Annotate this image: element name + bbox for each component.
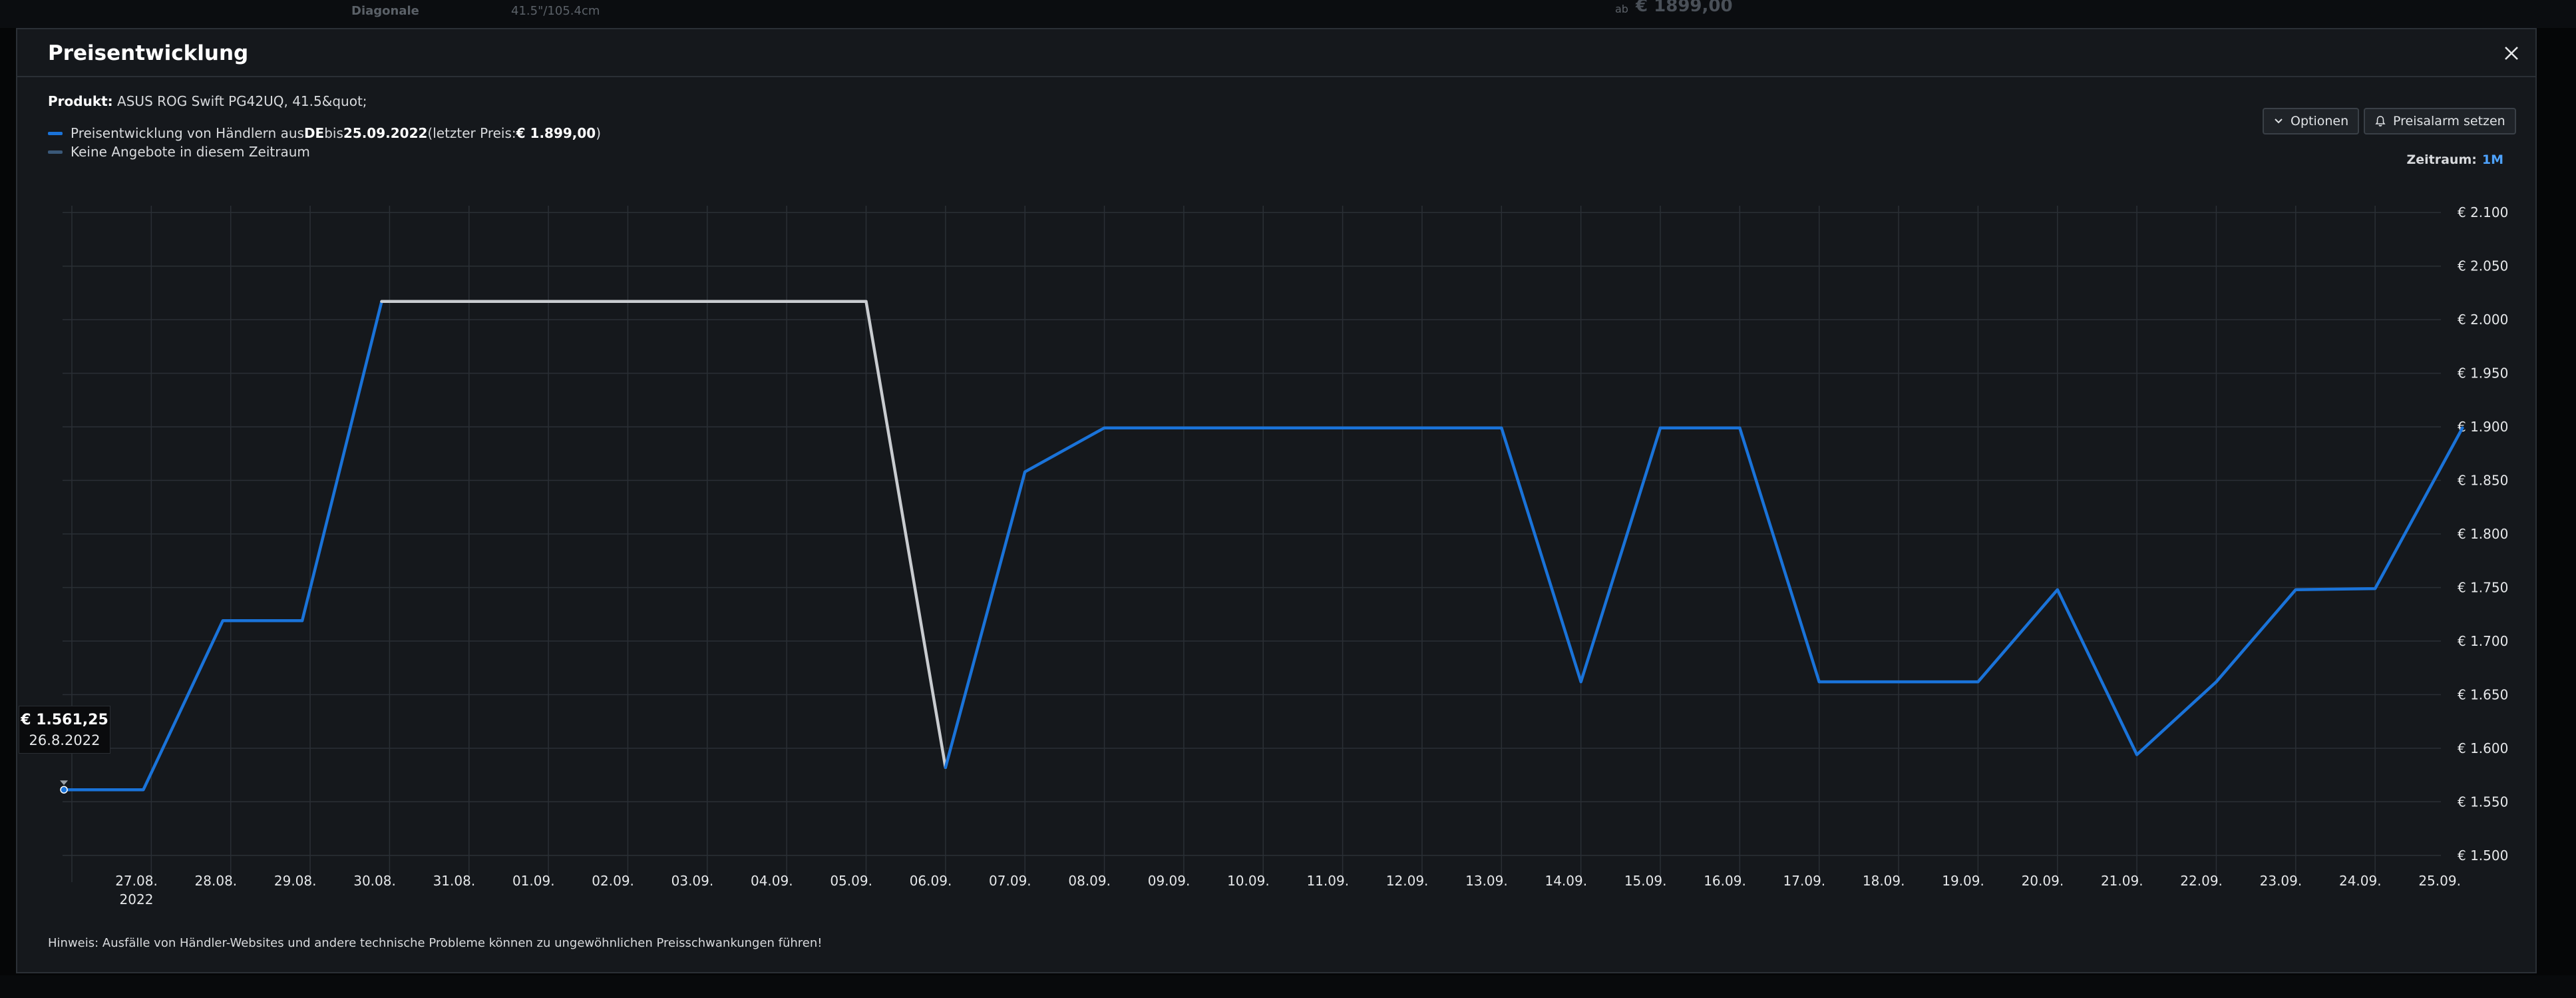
x-tick-label: 31.08. bbox=[433, 873, 476, 889]
y-tick-label: € 1.500 bbox=[2458, 848, 2508, 864]
x-tick-label: 28.08. bbox=[195, 873, 238, 889]
y-tick-label: € 1.900 bbox=[2458, 419, 2508, 435]
x-tick-label: 06.09. bbox=[910, 873, 952, 889]
x-tick-label: 25.09. bbox=[2418, 873, 2461, 889]
price-series-line bbox=[62, 300, 383, 792]
x-tick-label: 29.08. bbox=[274, 873, 317, 889]
price-chart[interactable]: € 1.500 € 1.550 € 1.600 € 1.650 € 1.700 € 1.7… bbox=[0, 0, 2576, 998]
x-tick-label: 05.09. bbox=[830, 873, 872, 889]
y-tick-label: € 1.550 bbox=[2458, 794, 2508, 810]
x-tick-label: 21.09. bbox=[2101, 873, 2143, 889]
x-tick-label: 10.09. bbox=[1227, 873, 1270, 889]
x-tick-label: 13.09. bbox=[1465, 873, 1508, 889]
y-tick-label: € 2.000 bbox=[2458, 312, 2508, 328]
y-tick-label: € 2.050 bbox=[2458, 258, 2508, 274]
x-tick-label: 19.09. bbox=[1942, 873, 1984, 889]
y-tick-label: € 1.800 bbox=[2458, 526, 2508, 542]
x-tick-label: 11.09. bbox=[1306, 873, 1349, 889]
x-tick-label: 08.09. bbox=[1068, 873, 1111, 889]
x-tick-label: 18.09. bbox=[1863, 873, 1905, 889]
no-offers-series-line bbox=[380, 300, 948, 770]
x-tick-label: 12.09. bbox=[1386, 873, 1429, 889]
x-tick-label: 22.09. bbox=[2180, 873, 2223, 889]
x-tick-label: 20.09. bbox=[2022, 873, 2064, 889]
y-tick-label: € 1.650 bbox=[2458, 686, 2508, 702]
tooltip-pointer bbox=[60, 780, 69, 786]
x-tick-label: 03.09. bbox=[671, 873, 714, 889]
x-tick-label: 30.08. bbox=[353, 873, 396, 889]
x-tick-label: 23.09. bbox=[2260, 873, 2302, 889]
x-tick-label: 07.09. bbox=[989, 873, 1031, 889]
y-tick-label: € 2.100 bbox=[2458, 204, 2508, 220]
y-tick-label: € 1.600 bbox=[2458, 740, 2508, 756]
x-tick-label: 04.09. bbox=[751, 873, 793, 889]
y-tick-label: € 1.950 bbox=[2458, 366, 2508, 381]
x-tick-label: 09.09. bbox=[1148, 873, 1191, 889]
hover-point-marker bbox=[60, 786, 68, 794]
y-tick-label: € 1.700 bbox=[2458, 633, 2508, 649]
tooltip-price: € 1.561,25 bbox=[21, 712, 108, 728]
x-tick-label: 02.09. bbox=[592, 873, 634, 889]
x-year-label: 2022 bbox=[120, 891, 154, 907]
price-series-line bbox=[944, 426, 2464, 770]
x-tick-label: 14.09. bbox=[1545, 873, 1587, 889]
x-tick-label: 16.09. bbox=[1704, 873, 1746, 889]
x-tick-label: 27.08. bbox=[115, 873, 158, 889]
x-tick-label: 01.09. bbox=[512, 873, 555, 889]
x-tick-label: 17.09. bbox=[1783, 873, 1826, 889]
y-tick-label: € 1.750 bbox=[2458, 579, 2508, 595]
x-tick-label: 24.09. bbox=[2339, 873, 2382, 889]
x-tick-label: 15.09. bbox=[1624, 873, 1667, 889]
tooltip-date: 26.8.2022 bbox=[29, 732, 100, 748]
chart-tooltip: € 1.561,25 26.8.2022 bbox=[19, 706, 110, 754]
y-tick-label: € 1.850 bbox=[2458, 473, 2508, 489]
